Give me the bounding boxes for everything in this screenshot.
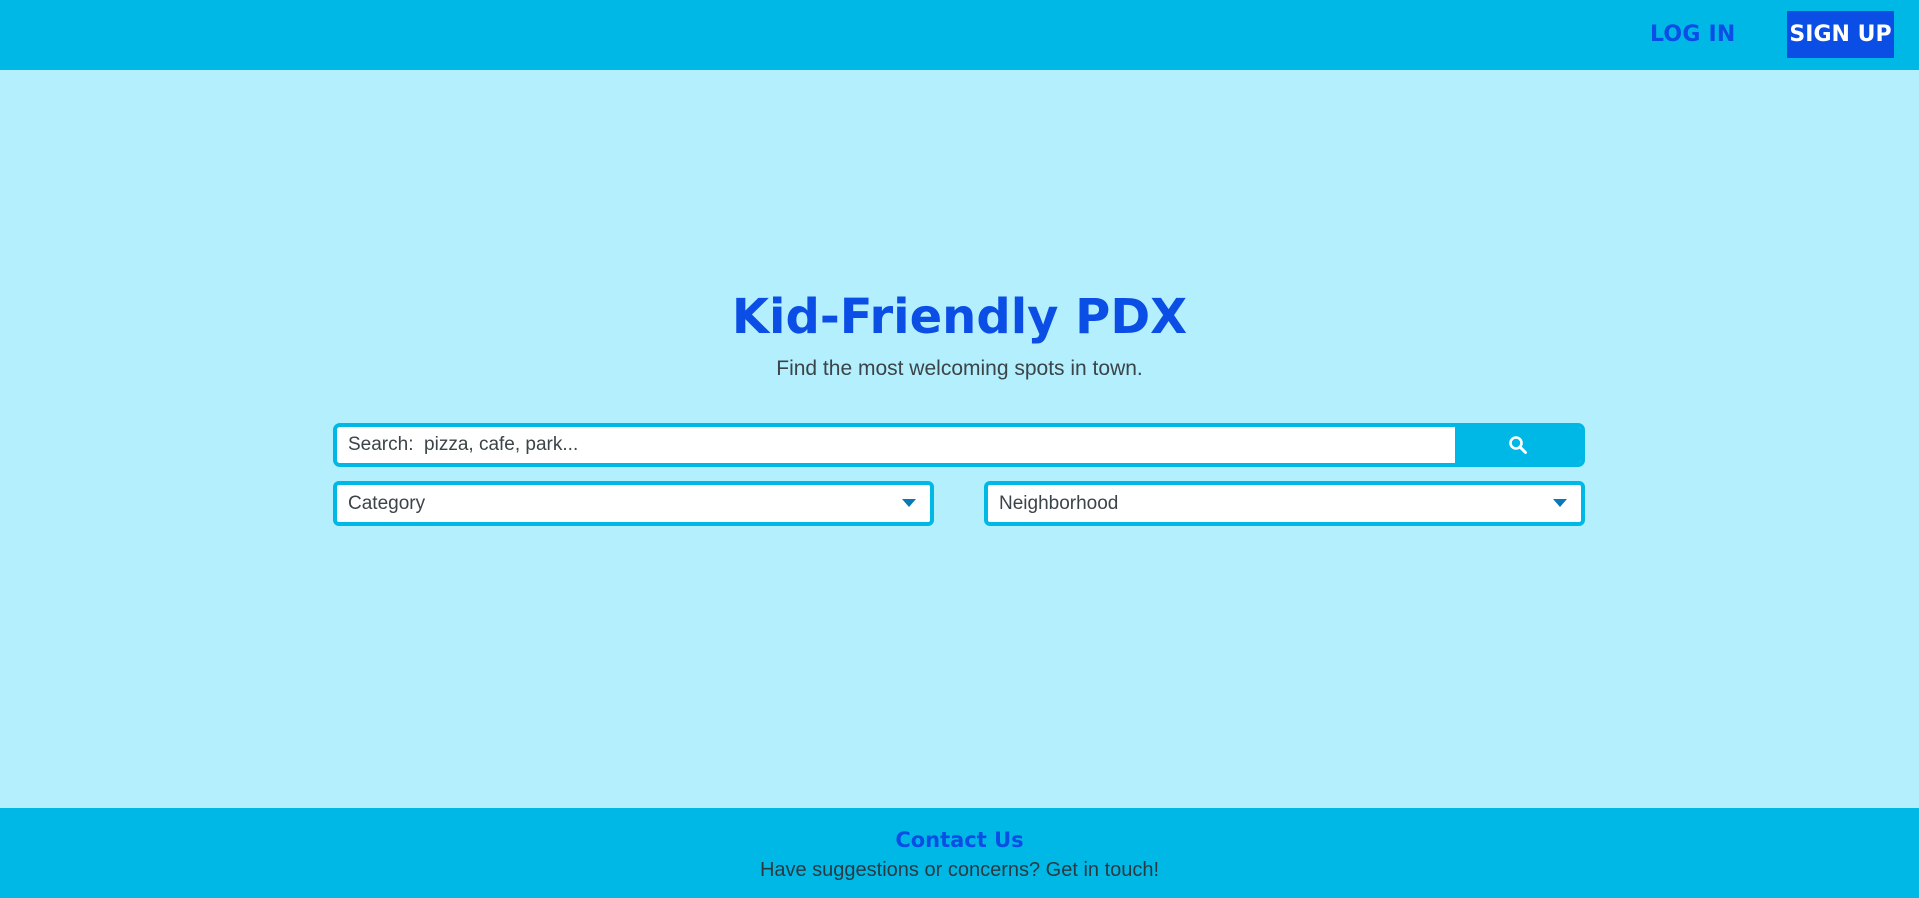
top-navbar: LOG IN SIGN UP	[0, 0, 1919, 70]
search-icon	[1509, 436, 1527, 454]
login-link[interactable]: LOG IN	[1650, 18, 1735, 52]
chevron-down-icon	[1553, 499, 1567, 507]
neighborhood-select[interactable]: Neighborhood	[984, 481, 1585, 526]
search-button[interactable]	[1455, 427, 1581, 463]
footer-text: Have suggestions or concerns? Get in tou…	[759, 859, 1160, 881]
search-input[interactable]	[337, 427, 1455, 463]
chevron-down-icon	[902, 499, 916, 507]
category-select[interactable]: Category	[333, 481, 934, 526]
page-title: Kid-Friendly PDX	[731, 289, 1188, 345]
signup-button[interactable]: SIGN UP	[1787, 11, 1894, 58]
page-subtitle: Find the most welcoming spots in town.	[776, 357, 1143, 380]
neighborhood-select-value: Neighborhood	[999, 493, 1119, 514]
category-select-value: Category	[348, 493, 426, 514]
footer: Contact Us Have suggestions or concerns?…	[0, 808, 1919, 898]
contact-us-link[interactable]: Contact Us	[0, 826, 1919, 854]
search-bar	[333, 423, 1585, 467]
